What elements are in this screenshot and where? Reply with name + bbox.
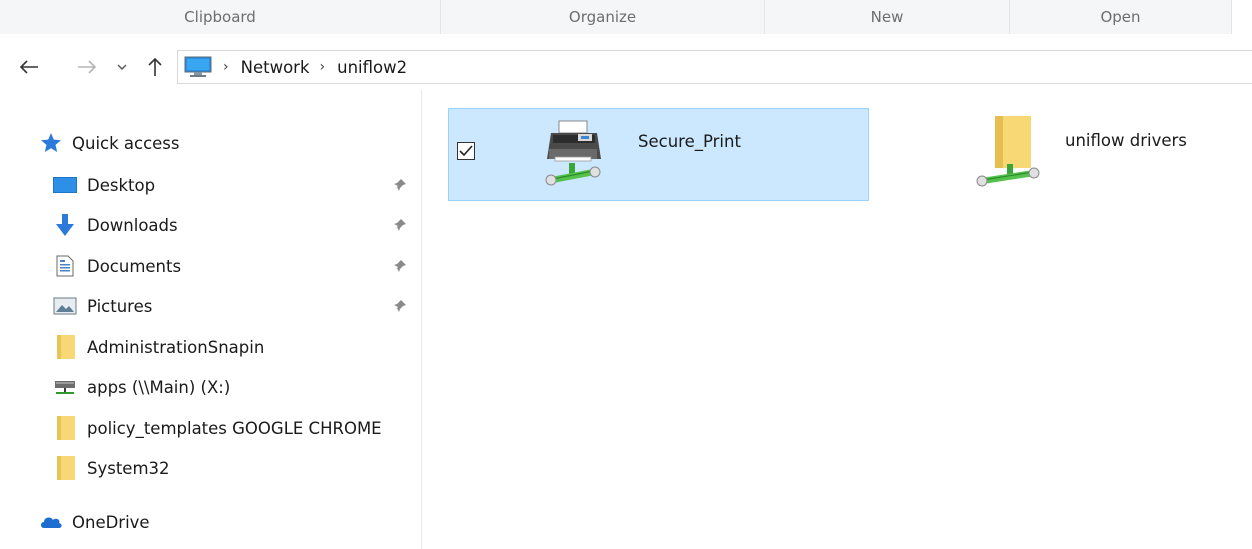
ribbon-group-clipboard: Clipboard [0, 0, 441, 34]
this-pc-icon [183, 56, 213, 78]
network-printer-icon [543, 119, 613, 189]
navigation-bar: › Network › uniflow2 [0, 45, 1252, 89]
arrow-right-icon [78, 60, 97, 74]
nav-item-label: policy_templates GOOGLE CHROME [87, 418, 382, 438]
item-secure-print[interactable]: Secure_Print [448, 108, 869, 201]
item-label: Secure_Print [638, 132, 741, 151]
content-pane: Secure_Print uniflow drivers [423, 90, 1252, 549]
ribbon-group-open: Open [1010, 0, 1232, 34]
nav-item-downloads[interactable]: Downloads [0, 205, 422, 245]
nav-quick-access-label: Quick access [72, 133, 180, 153]
recent-locations-button[interactable] [112, 45, 132, 89]
nav-item-label: Downloads [87, 215, 178, 235]
address-bar[interactable]: › Network › uniflow2 [177, 50, 1252, 84]
nav-item-administrationsnapin[interactable]: AdministrationSnapin [0, 327, 422, 367]
pin-icon[interactable] [390, 175, 410, 195]
item-checkbox[interactable] [457, 142, 475, 160]
breadcrumb-separator-icon: › [319, 59, 326, 75]
desktop-icon [52, 172, 78, 198]
downloads-icon [52, 212, 78, 238]
pin-icon[interactable] [390, 215, 410, 235]
ribbon-groups: Clipboard Organize New Open [0, 0, 1252, 34]
nav-item-label: AdministrationSnapin [87, 337, 265, 357]
nav-item-label: Documents [87, 256, 182, 276]
checkmark-icon [459, 145, 473, 157]
pin-icon[interactable] [390, 256, 410, 276]
nav-item-desktop[interactable]: Desktop [0, 165, 422, 205]
breadcrumb-separator-icon: › [223, 59, 229, 75]
nav-item-system32[interactable]: System32 [0, 448, 422, 488]
breadcrumb-uniflow2[interactable]: uniflow2 [337, 58, 407, 77]
folder-icon [52, 455, 78, 481]
breadcrumb-network[interactable]: Network [241, 58, 310, 77]
chevron-down-icon [117, 64, 127, 70]
nav-item-apps-drive[interactable]: apps (\\Main) (X:) [0, 367, 422, 407]
ribbon-group-organize: Organize [441, 0, 765, 34]
folder-icon [52, 334, 78, 360]
navigation-pane: Quick access Desktop Downloads Documents… [0, 90, 422, 549]
nav-item-label: Pictures [87, 296, 153, 316]
nav-item-label: Desktop [87, 175, 156, 195]
item-label: uniflow drivers [1065, 131, 1187, 150]
nav-onedrive-label: OneDrive [72, 512, 150, 532]
ribbon-group-new: New [765, 0, 1010, 34]
nav-item-policy-templates[interactable]: policy_templates GOOGLE CHROME [0, 408, 422, 448]
documents-icon [52, 253, 78, 279]
nav-item-documents[interactable]: Documents [0, 246, 422, 286]
nav-quick-access[interactable]: Quick access [0, 123, 422, 163]
nav-item-label: System32 [87, 458, 170, 478]
back-button[interactable] [10, 45, 48, 89]
up-button[interactable] [138, 45, 172, 89]
nav-item-label: apps (\\Main) (X:) [87, 377, 231, 397]
network-drive-icon [52, 374, 78, 400]
folder-icon [52, 415, 78, 441]
forward-button[interactable] [68, 45, 106, 89]
pictures-icon [52, 293, 78, 319]
nav-onedrive[interactable]: OneDrive [0, 502, 422, 542]
pin-icon[interactable] [390, 296, 410, 316]
star-icon [38, 130, 64, 156]
ribbon: Clipboard Organize New Open [0, 0, 1252, 34]
network-folder-icon [973, 114, 1043, 187]
arrow-left-icon [19, 60, 38, 74]
onedrive-cloud-icon [38, 509, 64, 535]
arrow-up-icon [148, 57, 162, 76]
item-uniflow-drivers[interactable]: uniflow drivers [963, 108, 1252, 201]
ribbon-group-overflow [1232, 0, 1252, 34]
nav-item-pictures[interactable]: Pictures [0, 286, 422, 326]
